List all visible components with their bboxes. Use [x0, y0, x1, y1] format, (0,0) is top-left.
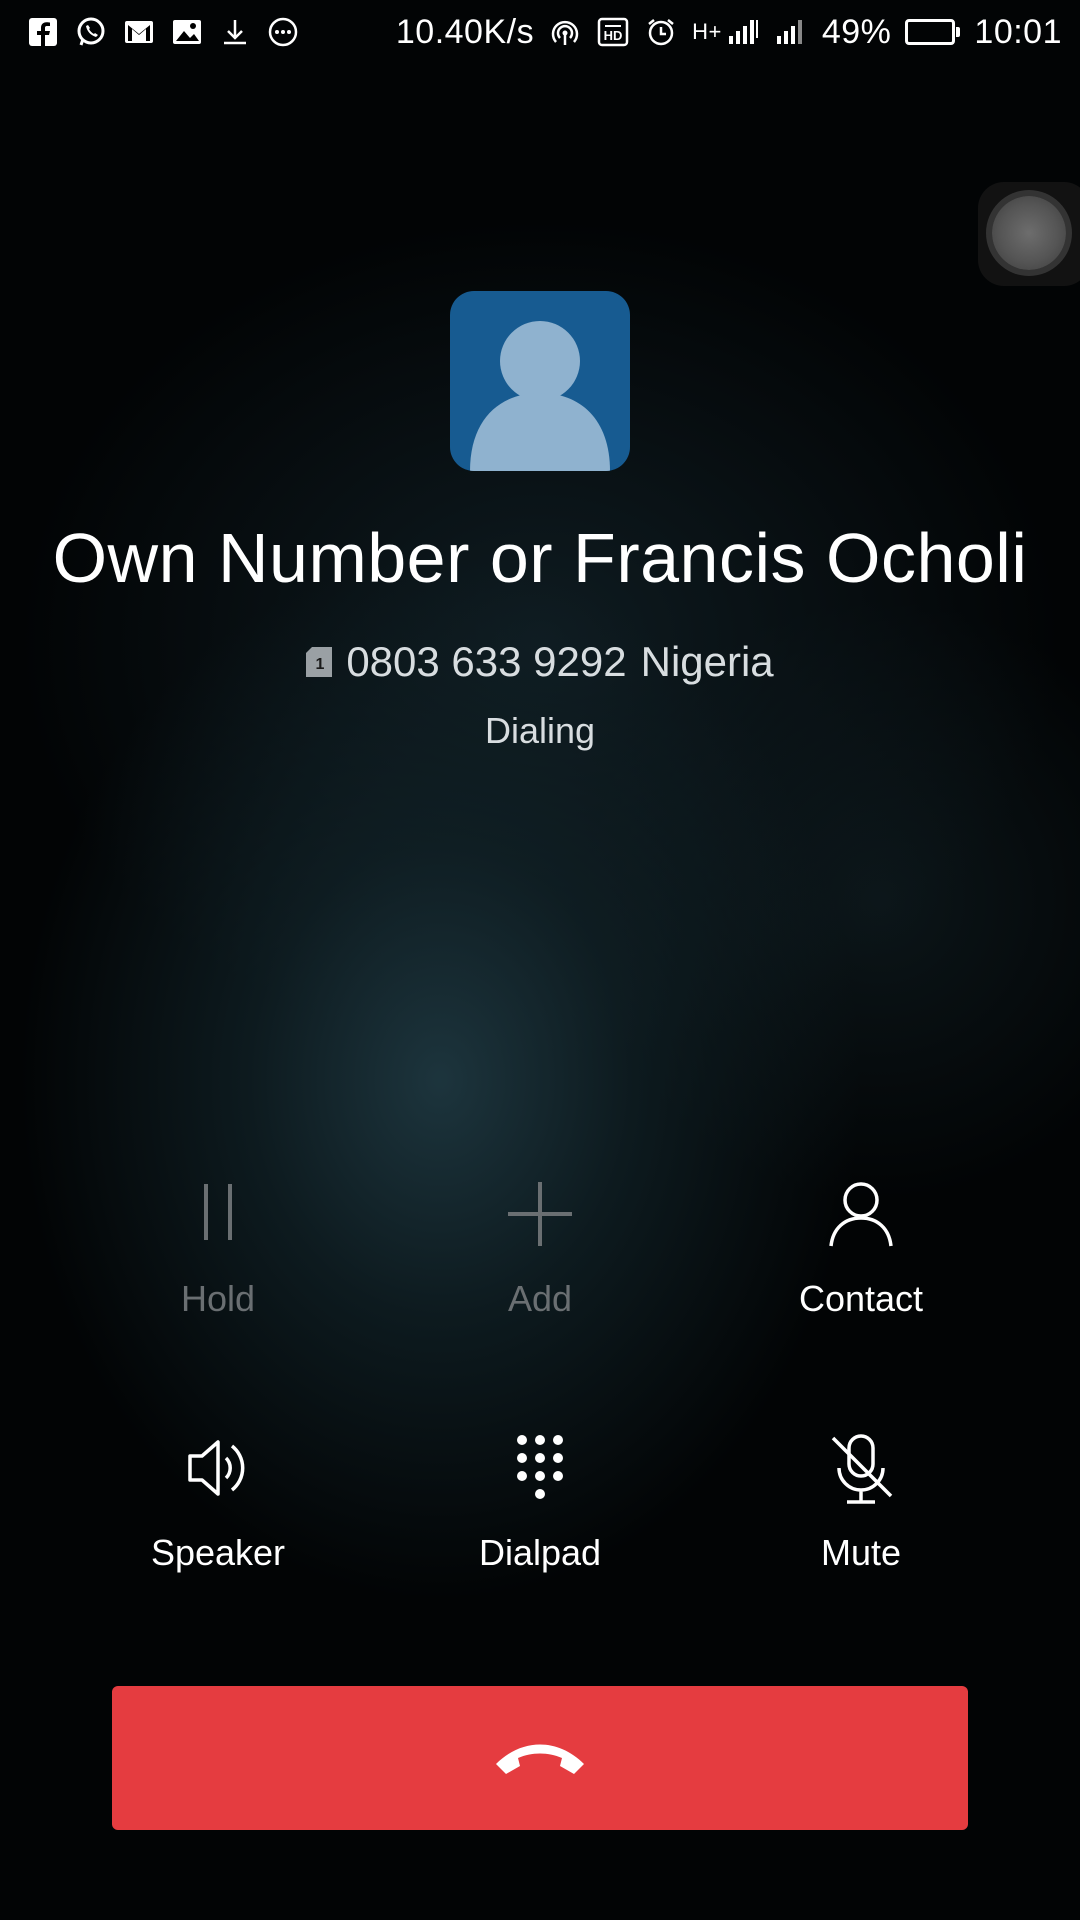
add-label: Add — [507, 1278, 573, 1319]
pause-icon — [178, 1174, 258, 1254]
notification-icons — [26, 15, 300, 49]
network-type: H+ — [692, 19, 722, 44]
alarm-icon — [644, 15, 678, 49]
mic-off-icon — [821, 1428, 901, 1508]
mute-label: Mute — [820, 1532, 902, 1573]
hold-button[interactable]: Hold — [98, 1174, 338, 1320]
whatsapp-icon — [74, 15, 108, 49]
dialpad-label: Dialpad — [478, 1532, 602, 1573]
hd-voice-icon: HD — [596, 15, 630, 49]
caller-name: Own Number or Francis Ocholi — [52, 519, 1028, 597]
caller-location: Nigeria — [640, 638, 774, 685]
system-status: 10.40K/s HD H+ 49% 10:01 — [396, 13, 1062, 52]
caller-number-row: 1 0803 633 9292 Nigeria — [0, 638, 1080, 686]
facebook-icon — [26, 15, 60, 49]
add-call-button[interactable]: Add — [420, 1174, 660, 1320]
battery-percent: 49% — [821, 12, 892, 51]
caller-number: 0803 633 9292 — [346, 638, 627, 685]
gallery-icon — [170, 15, 204, 49]
hotspot-icon — [548, 15, 582, 49]
network-speed: 10.40K/s — [395, 12, 535, 51]
clock: 10:01 — [974, 12, 1062, 51]
gmail-icon — [122, 15, 156, 49]
end-call-button[interactable] — [112, 1686, 968, 1830]
in-call-screen: 10.40K/s HD H+ 49% 10:01 Own Number or F… — [0, 0, 1080, 1920]
svg-text:HD: HD — [604, 28, 623, 43]
sim-card-icon: 1 — [306, 647, 333, 677]
contact-label: Contact — [798, 1278, 924, 1319]
contact-avatar — [450, 291, 630, 471]
mute-button[interactable]: Mute — [741, 1428, 981, 1574]
plus-icon — [500, 1174, 580, 1254]
speaker-button[interactable]: Speaker — [98, 1428, 338, 1574]
call-status: Dialing — [484, 710, 596, 751]
signal-sim2-icon — [774, 15, 808, 49]
dialpad-button[interactable]: Dialpad — [420, 1428, 660, 1574]
hang-up-icon — [496, 1744, 584, 1774]
download-icon — [218, 15, 252, 49]
more-notifications-icon — [266, 15, 300, 49]
signal-sim1-icon — [726, 15, 760, 49]
speaker-label: Speaker — [150, 1532, 286, 1573]
dialpad-icon — [500, 1428, 580, 1508]
contact-button[interactable]: Contact — [741, 1174, 981, 1320]
sim-slot-number: 1 — [316, 656, 325, 673]
floating-assistive-button[interactable] — [978, 182, 1080, 286]
hold-label: Hold — [180, 1278, 256, 1319]
battery-icon — [905, 19, 961, 45]
status-bar: 10.40K/s HD H+ 49% 10:01 — [0, 0, 1080, 64]
person-icon — [821, 1174, 901, 1254]
speaker-icon — [178, 1428, 258, 1508]
